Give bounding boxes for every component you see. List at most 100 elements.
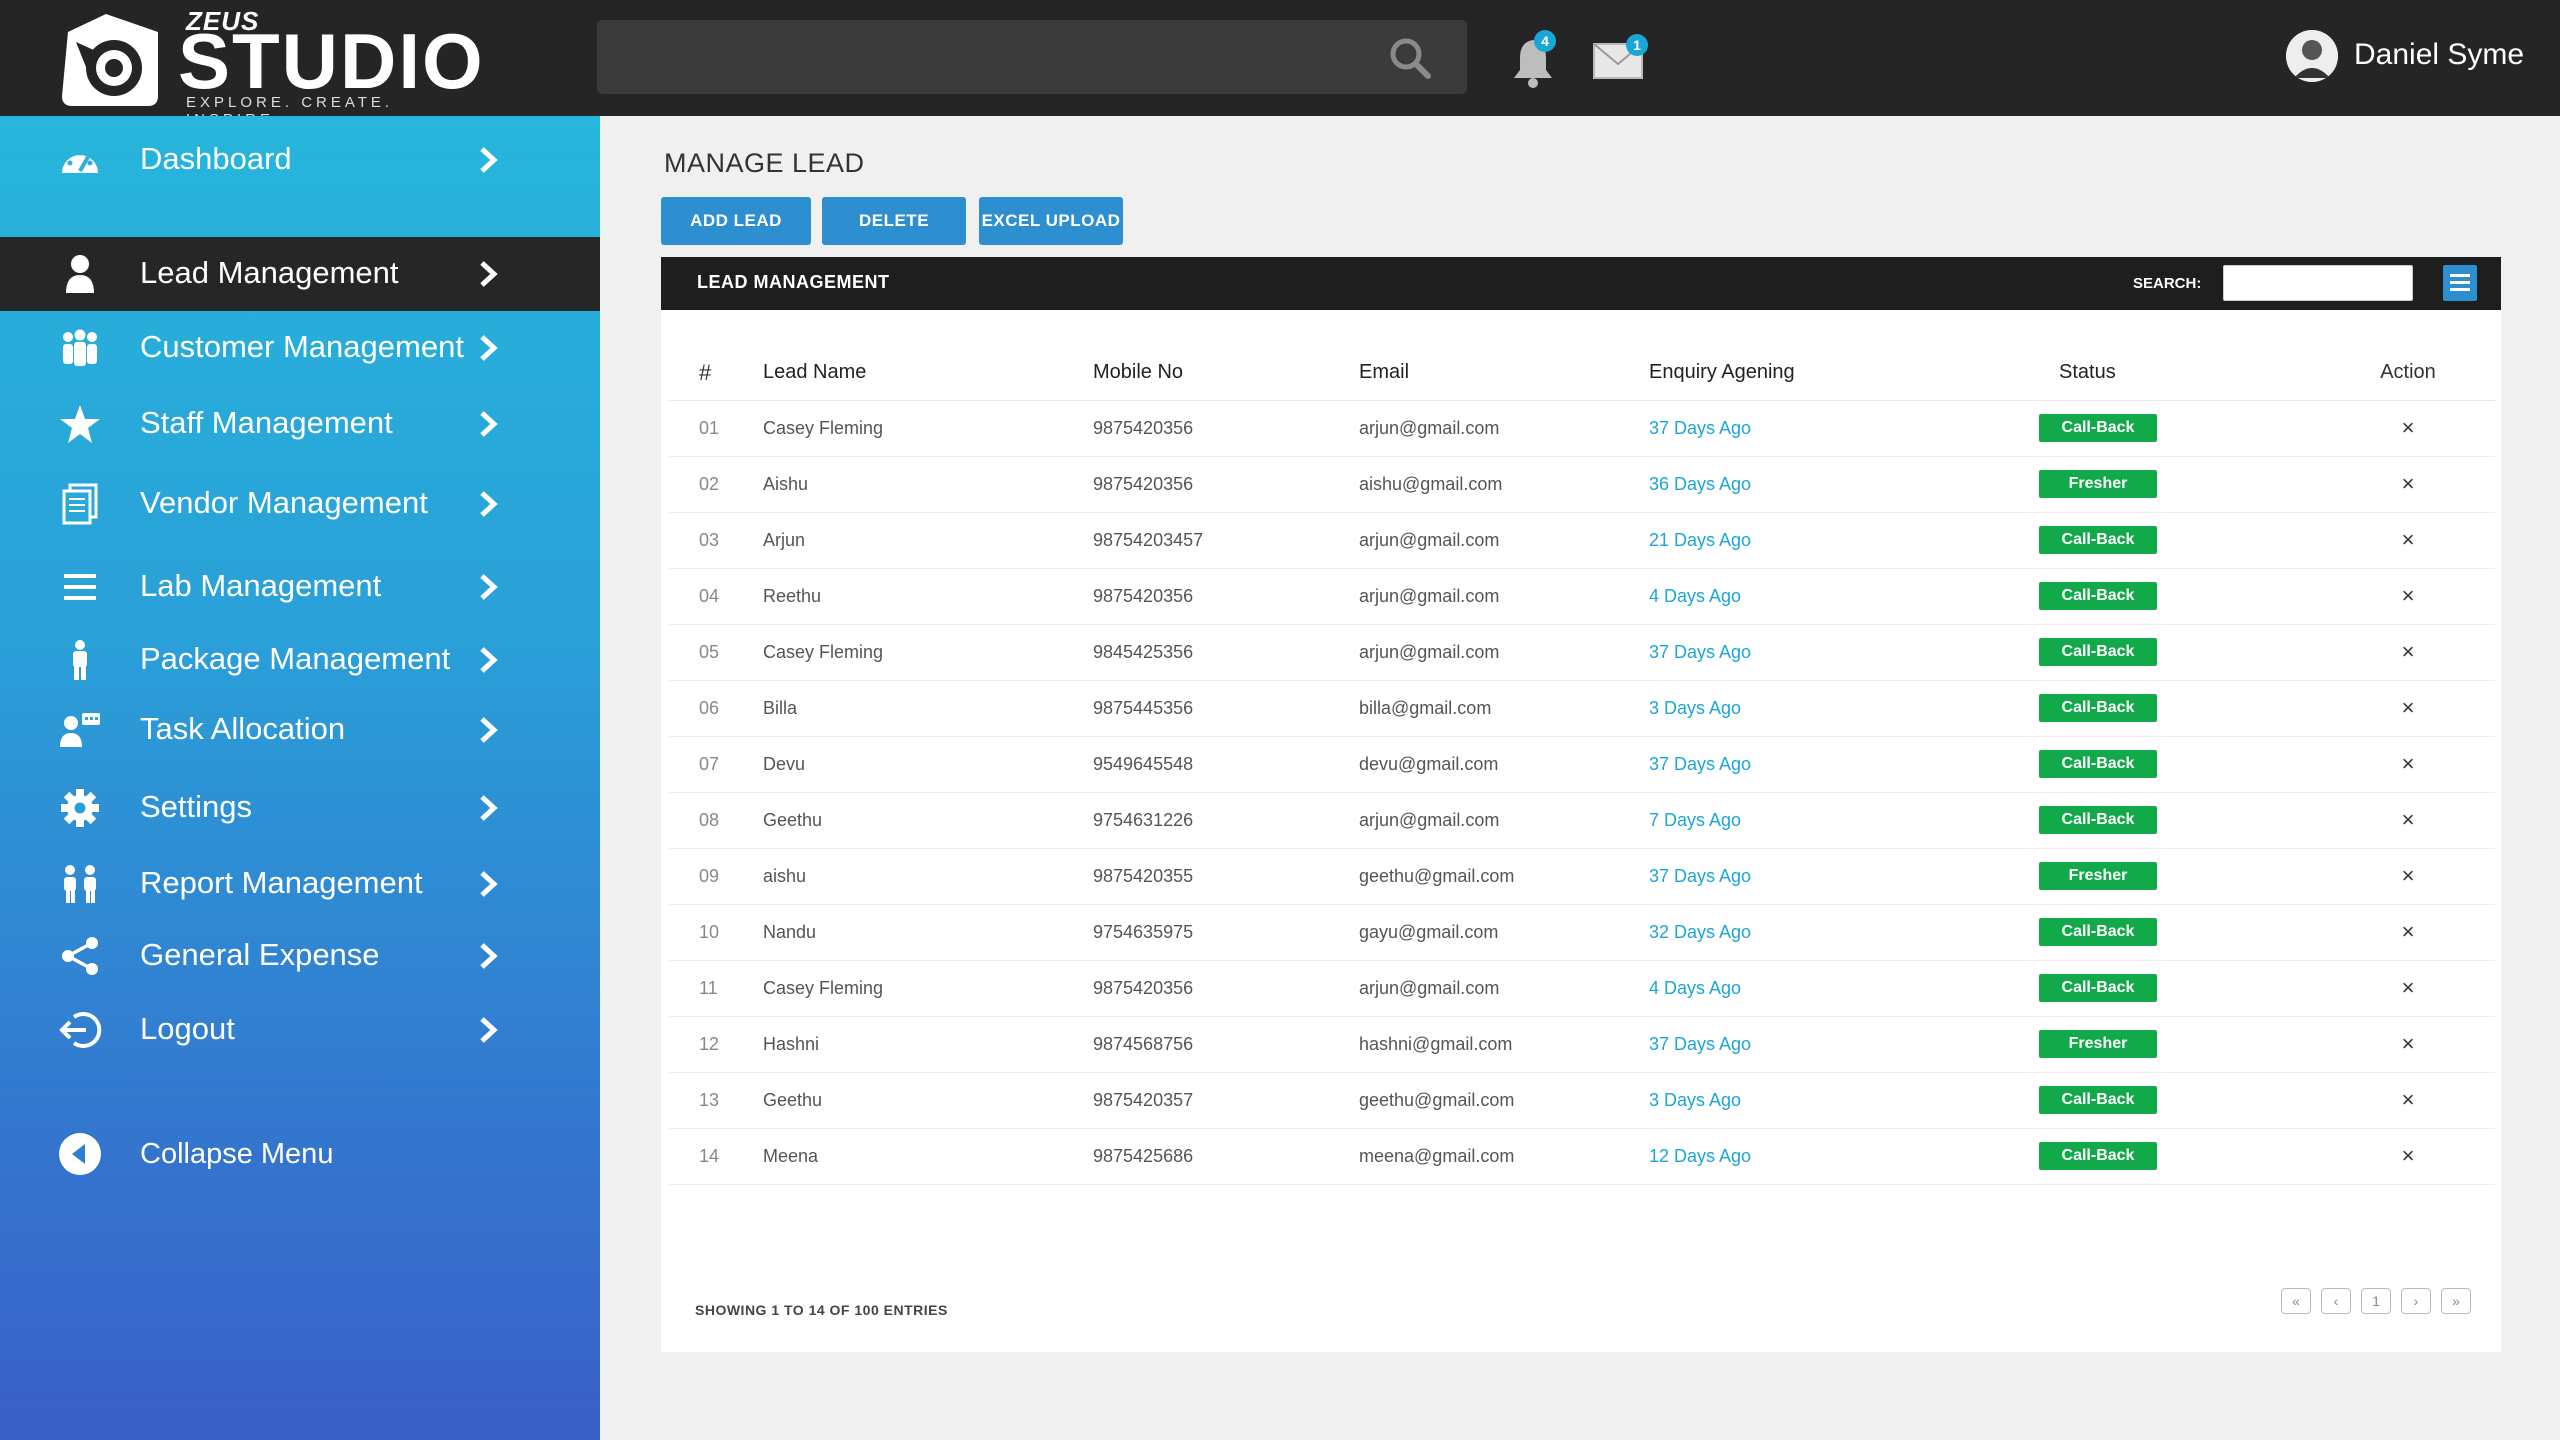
page-1-button[interactable]: 1 [2361,1288,2391,1314]
email-cell: arjun@gmail.com [1359,960,1649,1017]
brand-logo[interactable]: ZEUS STUDIO EXPLORE. CREATE. INSPIRE [58,6,483,128]
sidebar-item-vendor-management[interactable]: Vendor Management [0,467,600,541]
table-row[interactable]: 14 Meena 9875425686 meena@gmail.com 12 Days … [669,1128,2495,1185]
status-badge: Call-Back [2039,638,2157,666]
email-cell: arjun@gmail.com [1359,624,1649,681]
delete-row-icon[interactable]: × [2351,624,2495,681]
prev-page-button[interactable]: ‹ [2321,1288,2351,1314]
delete-row-icon[interactable]: × [2351,960,2495,1017]
email-cell: aishu@gmail.com [1359,456,1649,513]
sidebar-item-logout[interactable]: Logout [0,993,600,1067]
row-number: 04 [669,568,763,625]
lead-name-cell: aishu [763,848,1093,905]
delete-row-icon[interactable]: × [2351,736,2495,793]
table-row[interactable]: 09 aishu 9875420355 geethu@gmail.com 37 Days… [669,848,2495,905]
status-badge: Call-Back [2039,750,2157,778]
search-icon[interactable] [1388,36,1432,80]
mobile-cell: 9874568756 [1093,1016,1359,1073]
mobile-cell: 98754203457 [1093,512,1359,569]
list-icon [64,574,96,600]
row-number: 10 [669,904,763,961]
delete-row-icon[interactable]: × [2351,904,2495,961]
global-search-input[interactable] [597,20,1467,94]
table-row[interactable]: 08 Geethu 9754631226 arjun@gmail.com 7 Days … [669,792,2495,849]
col-header-number[interactable]: # [669,346,763,401]
delete-row-icon[interactable]: × [2351,848,2495,905]
delete-button[interactable]: DELETE [822,197,966,245]
sidebar-item-lead-management[interactable]: Lead Management [0,237,600,311]
delete-row-icon[interactable]: × [2351,680,2495,737]
status-cell: Call-Back [2039,960,2351,1017]
delete-row-icon[interactable]: × [2351,1072,2495,1129]
sidebar-item-customer-management[interactable]: Customer Management [0,311,600,385]
sidebar-item-settings[interactable]: Settings [0,771,600,845]
table-row[interactable]: 02 Aishu 9875420356 aishu@gmail.com 36 Days … [669,456,2495,513]
sidebar-item-staff-management[interactable]: Staff Management [0,387,600,461]
delete-row-icon[interactable]: × [2351,456,2495,513]
table-row[interactable]: 10 Nandu 9754635975 gayu@gmail.com 32 Days A… [669,904,2495,961]
col-header-status[interactable]: Status [2039,346,2351,401]
enquiry-ageing-cell: 36 Days Ago [1649,456,2039,513]
chevron-right-icon [480,1017,498,1043]
status-cell: Call-Back [2039,904,2351,961]
chevron-right-icon [480,574,498,600]
sidebar-item-report-management[interactable]: Report Management [0,847,600,921]
sidebar-item-package-management[interactable]: Package Management [0,623,600,697]
column-menu-button[interactable] [2443,265,2477,301]
col-header-lead-name[interactable]: Lead Name [763,346,1093,401]
row-number: 05 [669,624,763,681]
sidebar-item-label: Dashboard [140,141,292,176]
col-header-enquiry-ageing[interactable]: Enquiry Agening [1649,346,2039,401]
status-badge: Call-Back [2039,1086,2157,1114]
excel-upload-button[interactable]: EXCEL UPLOAD [979,197,1123,245]
next-page-button[interactable]: › [2401,1288,2431,1314]
enquiry-ageing-cell: 12 Days Ago [1649,1128,2039,1185]
table-row[interactable]: 06 Billa 9875445356 billa@gmail.com 3 Days A… [669,680,2495,737]
sidebar-item-label: Staff Management [140,405,393,440]
delete-row-icon[interactable]: × [2351,512,2495,569]
enquiry-ageing-cell: 4 Days Ago [1649,960,2039,1017]
col-header-mobile[interactable]: Mobile No [1093,346,1359,401]
table-row[interactable]: 01 Casey Fleming 9875420356 arjun@gmail.com… [669,400,2495,457]
status-badge: Call-Back [2039,694,2157,722]
table-row[interactable]: 07 Devu 9549645548 devu@gmail.com 37 Days Ag… [669,736,2495,793]
row-number: 01 [669,400,763,457]
status-badge: Call-Back [2039,974,2157,1002]
row-number: 08 [669,792,763,849]
group-icon [63,329,97,366]
status-badge: Call-Back [2039,1142,2157,1170]
lead-name-cell: Geethu [763,1072,1093,1129]
first-page-button[interactable]: « [2281,1288,2311,1314]
sidebar-item-dashboard[interactable]: Dashboard [0,123,600,197]
add-lead-button[interactable]: ADD LEAD [661,197,811,245]
table-row[interactable]: 11 Casey Fleming 9875420356 arjun@gmail.com… [669,960,2495,1017]
table-row[interactable]: 05 Casey Fleming 9845425356 arjun@gmail.com… [669,624,2495,681]
mobile-cell: 9875420355 [1093,848,1359,905]
delete-row-icon[interactable]: × [2351,568,2495,625]
collapse-menu-button[interactable]: Collapse Menu [0,1116,600,1190]
person-icon [73,640,87,680]
table-row[interactable]: 03 Arjun 98754203457 arjun@gmail.com 21 Days… [669,512,2495,569]
user-name[interactable]: Daniel Syme [2354,38,2524,72]
delete-row-icon[interactable]: × [2351,1016,2495,1073]
delete-row-icon[interactable]: × [2351,792,2495,849]
delete-row-icon[interactable]: × [2351,400,2495,457]
mobile-cell: 9875420356 [1093,400,1359,457]
email-cell: geethu@gmail.com [1359,1072,1649,1129]
hamburger-icon [2450,274,2470,291]
sidebar-item-lab-management[interactable]: Lab Management [0,550,600,624]
table-row[interactable]: 12 Hashni 9874568756 hashni@gmail.com 37 Day… [669,1016,2495,1073]
lead-name-cell: Aishu [763,456,1093,513]
share-icon [62,937,98,975]
table-row[interactable]: 13 Geethu 9875420357 geethu@gmail.com 3 Days… [669,1072,2495,1129]
user-avatar[interactable] [2286,30,2338,82]
sidebar-item-task-allocation[interactable]: Task Allocation [0,693,600,767]
status-badge: Call-Back [2039,806,2157,834]
delete-row-icon[interactable]: × [2351,1128,2495,1185]
sidebar-item-general-expense[interactable]: General Expense [0,919,600,993]
col-header-email[interactable]: Email [1359,346,1649,401]
table-search-input[interactable] [2223,265,2413,301]
leads-table: # Lead Name Mobile No Email Enquiry Agen… [669,346,2495,1185]
table-row[interactable]: 04 Reethu 9875420356 arjun@gmail.com 4 Days … [669,568,2495,625]
last-page-button[interactable]: » [2441,1288,2471,1314]
